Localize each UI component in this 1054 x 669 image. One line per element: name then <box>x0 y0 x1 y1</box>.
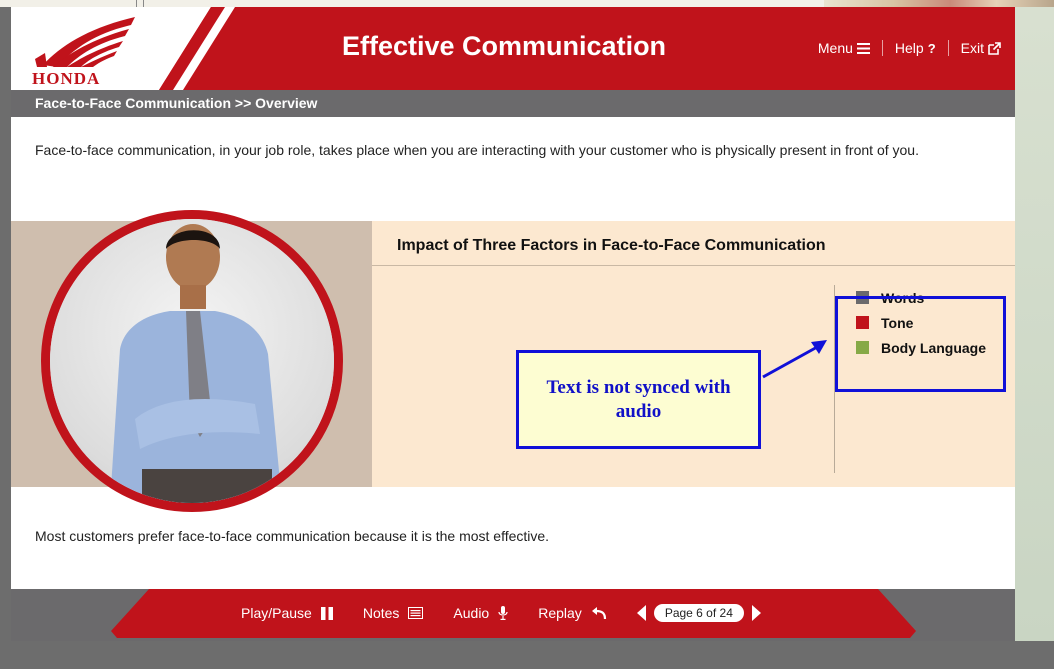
desktop-top-strip <box>0 0 1054 7</box>
notes-label: Notes <box>362 605 400 621</box>
microphone-icon <box>498 606 508 620</box>
intro-text: Face-to-face communication, in your job … <box>35 142 919 158</box>
audio-button[interactable]: Audio <box>453 605 508 621</box>
help-label: Help <box>894 40 924 56</box>
page-navigator: Page 6 of 24 <box>636 604 761 622</box>
review-highlight-box <box>835 296 1006 392</box>
next-page-icon[interactable] <box>751 605 761 621</box>
desktop-bottom-bar <box>0 641 1015 669</box>
chart-panel-title: Impact of Three Factors in Face-to-Face … <box>397 237 826 254</box>
menu-label: Menu <box>817 40 853 56</box>
exit-button[interactable]: Exit <box>947 40 1001 56</box>
play-pause-label: Play/Pause <box>241 605 312 621</box>
replay-icon <box>591 607 606 620</box>
presenter-photo <box>41 210 343 512</box>
outro-text: Most customers prefer face-to-face commu… <box>35 528 550 544</box>
replay-label: Replay <box>538 605 582 621</box>
play-pause-button[interactable]: Play/Pause <box>241 605 333 621</box>
divider <box>143 0 144 7</box>
help-button[interactable]: Help ? <box>881 40 948 56</box>
notes-button[interactable]: Notes <box>363 605 424 621</box>
hamburger-icon <box>856 42 870 54</box>
notes-icon <box>408 607 424 619</box>
presenter-figure <box>110 224 282 503</box>
panel-divider <box>372 265 1015 266</box>
menu-button[interactable]: Menu <box>806 40 882 56</box>
page-indicator: Page 6 of 24 <box>653 604 744 622</box>
audio-label: Audio <box>453 605 490 621</box>
replay-button[interactable]: Replay <box>538 605 607 621</box>
course-title: Effective Communication <box>342 31 667 61</box>
review-annotation: Text is not synced with audio <box>516 350 761 449</box>
honda-wing-logo-icon <box>35 17 135 67</box>
external-link-icon <box>988 41 1001 55</box>
desktop-background <box>1015 641 1054 669</box>
player-controls: Play/Pause Notes Audio Replay Page 6 of … <box>241 604 761 622</box>
header-nav: Menu Help ? Exit <box>806 40 1001 56</box>
question-icon: ? <box>927 40 936 56</box>
divider <box>136 0 137 7</box>
previous-page-icon[interactable] <box>636 605 646 621</box>
brand-wordmark: HONDA <box>32 69 101 88</box>
course-player: HONDA Effective Communication Menu Help … <box>11 7 1015 641</box>
exit-label: Exit <box>960 40 984 56</box>
desktop-wallpaper <box>824 0 1054 7</box>
breadcrumb: Face-to-Face Communication >> Overview <box>11 90 1015 117</box>
desktop-wallpaper-right <box>1015 7 1054 641</box>
pause-icon <box>320 606 333 620</box>
review-arrow-icon <box>762 340 827 379</box>
